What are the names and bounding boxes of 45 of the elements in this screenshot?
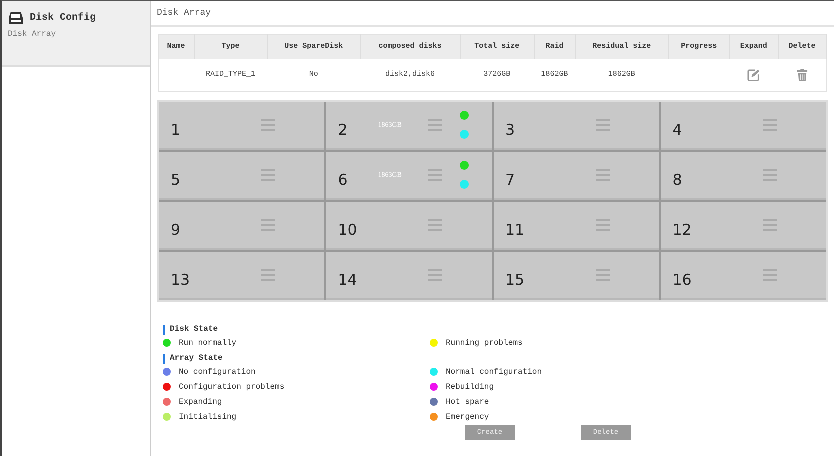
disk-slot[interactable]: 3 [494, 102, 659, 150]
legend-label: Run normally [179, 338, 237, 348]
disk-slot[interactable]: 16 [660, 252, 826, 300]
slot-number: 13 [171, 271, 192, 289]
slot-number: 15 [506, 271, 526, 289]
legend-label: Hot spare [446, 398, 490, 406]
disk-slot[interactable]: 12 [660, 202, 826, 250]
slot-number: 2 [338, 121, 349, 139]
disk-slot[interactable]: 11 [494, 202, 659, 250]
slot-number: 1 [171, 121, 182, 139]
disk-slot[interactable]: 1 [159, 102, 324, 150]
legend-title: Disk State [170, 325, 218, 334]
slot-number: 12 [672, 221, 693, 239]
disk-slot[interactable]: 10 [326, 202, 492, 250]
slot-number: 10 [338, 221, 358, 239]
slot-number: 5 [171, 171, 182, 189]
disk-slot[interactable]: 7 [494, 152, 659, 200]
legend-title: Array State [170, 354, 223, 363]
legend-label: Normal configuration [446, 368, 542, 376]
page-title: Disk Array [151, 1, 834, 27]
disk-slot[interactable]: 9 [159, 202, 324, 250]
legend-label: Rebuilding [446, 382, 494, 392]
slot-number: 14 [338, 271, 358, 289]
legend-label: Configuration problems [179, 382, 285, 392]
disk-slot[interactable]: 15 [494, 252, 659, 300]
sidebar-title: Disk Config [30, 12, 96, 24]
disk-slot[interactable]: 13 [159, 252, 324, 300]
legend-label: Running problems [446, 338, 523, 348]
disk-slot[interactable]: 5 [159, 152, 324, 200]
sidebar-item[interactable]: Disk Array [8, 30, 144, 39]
legend-label: Emergency [446, 412, 490, 422]
disk-slot[interactable]: 4 [660, 102, 826, 150]
slot-number: 6 [338, 171, 349, 189]
slot-number: 11 [506, 221, 526, 239]
slot-number: 3 [506, 121, 516, 139]
disk-slot[interactable]: 8 [660, 152, 826, 200]
disk-slot[interactable]: 14 [326, 252, 492, 300]
slot-number: 7 [506, 171, 516, 189]
legend-label: Expanding [179, 398, 222, 406]
legend-label: No configuration [179, 368, 256, 376]
slot-number: 16 [672, 271, 693, 289]
slot-number: 4 [672, 121, 684, 139]
slot-number: 9 [171, 221, 182, 239]
legend-label: Initialising [179, 412, 237, 422]
slot-number: 8 [672, 171, 684, 189]
